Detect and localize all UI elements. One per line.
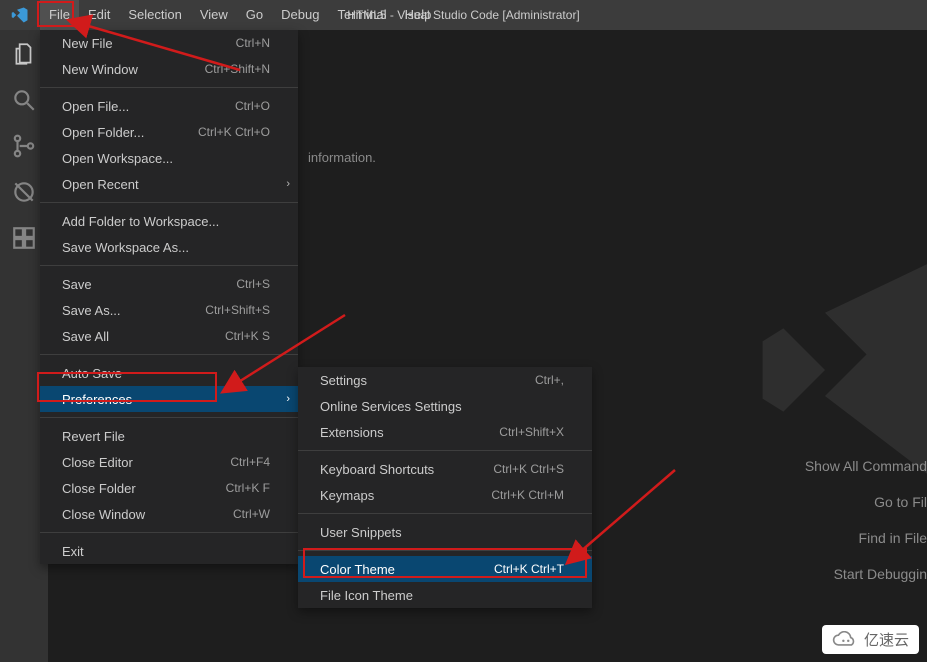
- chevron-right-icon: ›: [286, 393, 290, 405]
- menu-debug[interactable]: Debug: [272, 0, 328, 30]
- mi-close-window[interactable]: Close WindowCtrl+W: [40, 501, 298, 527]
- mi-save-workspace-as[interactable]: Save Workspace As...: [40, 234, 298, 260]
- cloud-icon: [832, 631, 858, 649]
- mi-new-file[interactable]: New FileCtrl+N: [40, 30, 298, 56]
- search-icon[interactable]: [10, 86, 38, 114]
- shortcut-row: Go to Fil: [805, 484, 927, 520]
- preferences-menu-panel: SettingsCtrl+, Online Services Settings …: [298, 367, 592, 608]
- title-bar: File Edit Selection View Go Debug Termin…: [0, 0, 927, 30]
- menu-file[interactable]: File: [40, 0, 79, 30]
- menu-selection[interactable]: Selection: [119, 0, 190, 30]
- mi-add-folder[interactable]: Add Folder to Workspace...: [40, 208, 298, 234]
- mi-online-services[interactable]: Online Services Settings: [298, 393, 592, 419]
- mi-save-as[interactable]: Save As...Ctrl+Shift+S: [40, 297, 298, 323]
- mi-color-theme[interactable]: Color ThemeCtrl+K Ctrl+T: [298, 556, 592, 582]
- mi-close-folder[interactable]: Close FolderCtrl+K F: [40, 475, 298, 501]
- mi-auto-save[interactable]: Auto Save: [40, 360, 298, 386]
- info-text: information.: [308, 150, 376, 165]
- mi-exit[interactable]: Exit: [40, 538, 298, 564]
- mi-open-recent[interactable]: Open Recent›: [40, 171, 298, 197]
- mi-close-editor[interactable]: Close EditorCtrl+F4: [40, 449, 298, 475]
- welcome-shortcuts: Show All Command Go to Fil Find in File …: [805, 448, 927, 592]
- mi-revert-file[interactable]: Revert File: [40, 423, 298, 449]
- mi-open-file[interactable]: Open File...Ctrl+O: [40, 93, 298, 119]
- mi-extensions[interactable]: ExtensionsCtrl+Shift+X: [298, 419, 592, 445]
- mi-user-snippets[interactable]: User Snippets: [298, 519, 592, 545]
- source-control-icon[interactable]: [10, 132, 38, 160]
- menu-go[interactable]: Go: [237, 0, 272, 30]
- mi-keymaps[interactable]: KeymapsCtrl+K Ctrl+M: [298, 482, 592, 508]
- files-icon[interactable]: [10, 40, 38, 68]
- debug-alt-icon[interactable]: [10, 178, 38, 206]
- mi-save-all[interactable]: Save AllCtrl+K S: [40, 323, 298, 349]
- brand-text: 亿速云: [864, 629, 909, 650]
- file-menu-panel: New FileCtrl+N New WindowCtrl+Shift+N Op…: [40, 30, 298, 564]
- mi-keyboard-shortcuts[interactable]: Keyboard ShortcutsCtrl+K Ctrl+S: [298, 456, 592, 482]
- mi-open-workspace[interactable]: Open Workspace...: [40, 145, 298, 171]
- shortcut-row: Start Debuggin: [805, 556, 927, 592]
- mi-file-icon-theme[interactable]: File Icon Theme: [298, 582, 592, 608]
- brand-watermark: 亿速云: [822, 625, 919, 654]
- mi-new-window[interactable]: New WindowCtrl+Shift+N: [40, 56, 298, 82]
- mi-save[interactable]: SaveCtrl+S: [40, 271, 298, 297]
- shortcut-row: Show All Command: [805, 448, 927, 484]
- mi-open-folder[interactable]: Open Folder...Ctrl+K Ctrl+O: [40, 119, 298, 145]
- menu-edit[interactable]: Edit: [79, 0, 119, 30]
- vscode-logo-icon: [0, 6, 40, 24]
- shortcut-row: Find in File: [805, 520, 927, 556]
- extensions-icon[interactable]: [10, 224, 38, 252]
- mi-preferences[interactable]: Preferences›: [40, 386, 298, 412]
- window-title: HTML5 - Visual Studio Code [Administrato…: [347, 8, 580, 22]
- chevron-right-icon: ›: [286, 178, 290, 190]
- menu-view[interactable]: View: [191, 0, 237, 30]
- mi-settings[interactable]: SettingsCtrl+,: [298, 367, 592, 393]
